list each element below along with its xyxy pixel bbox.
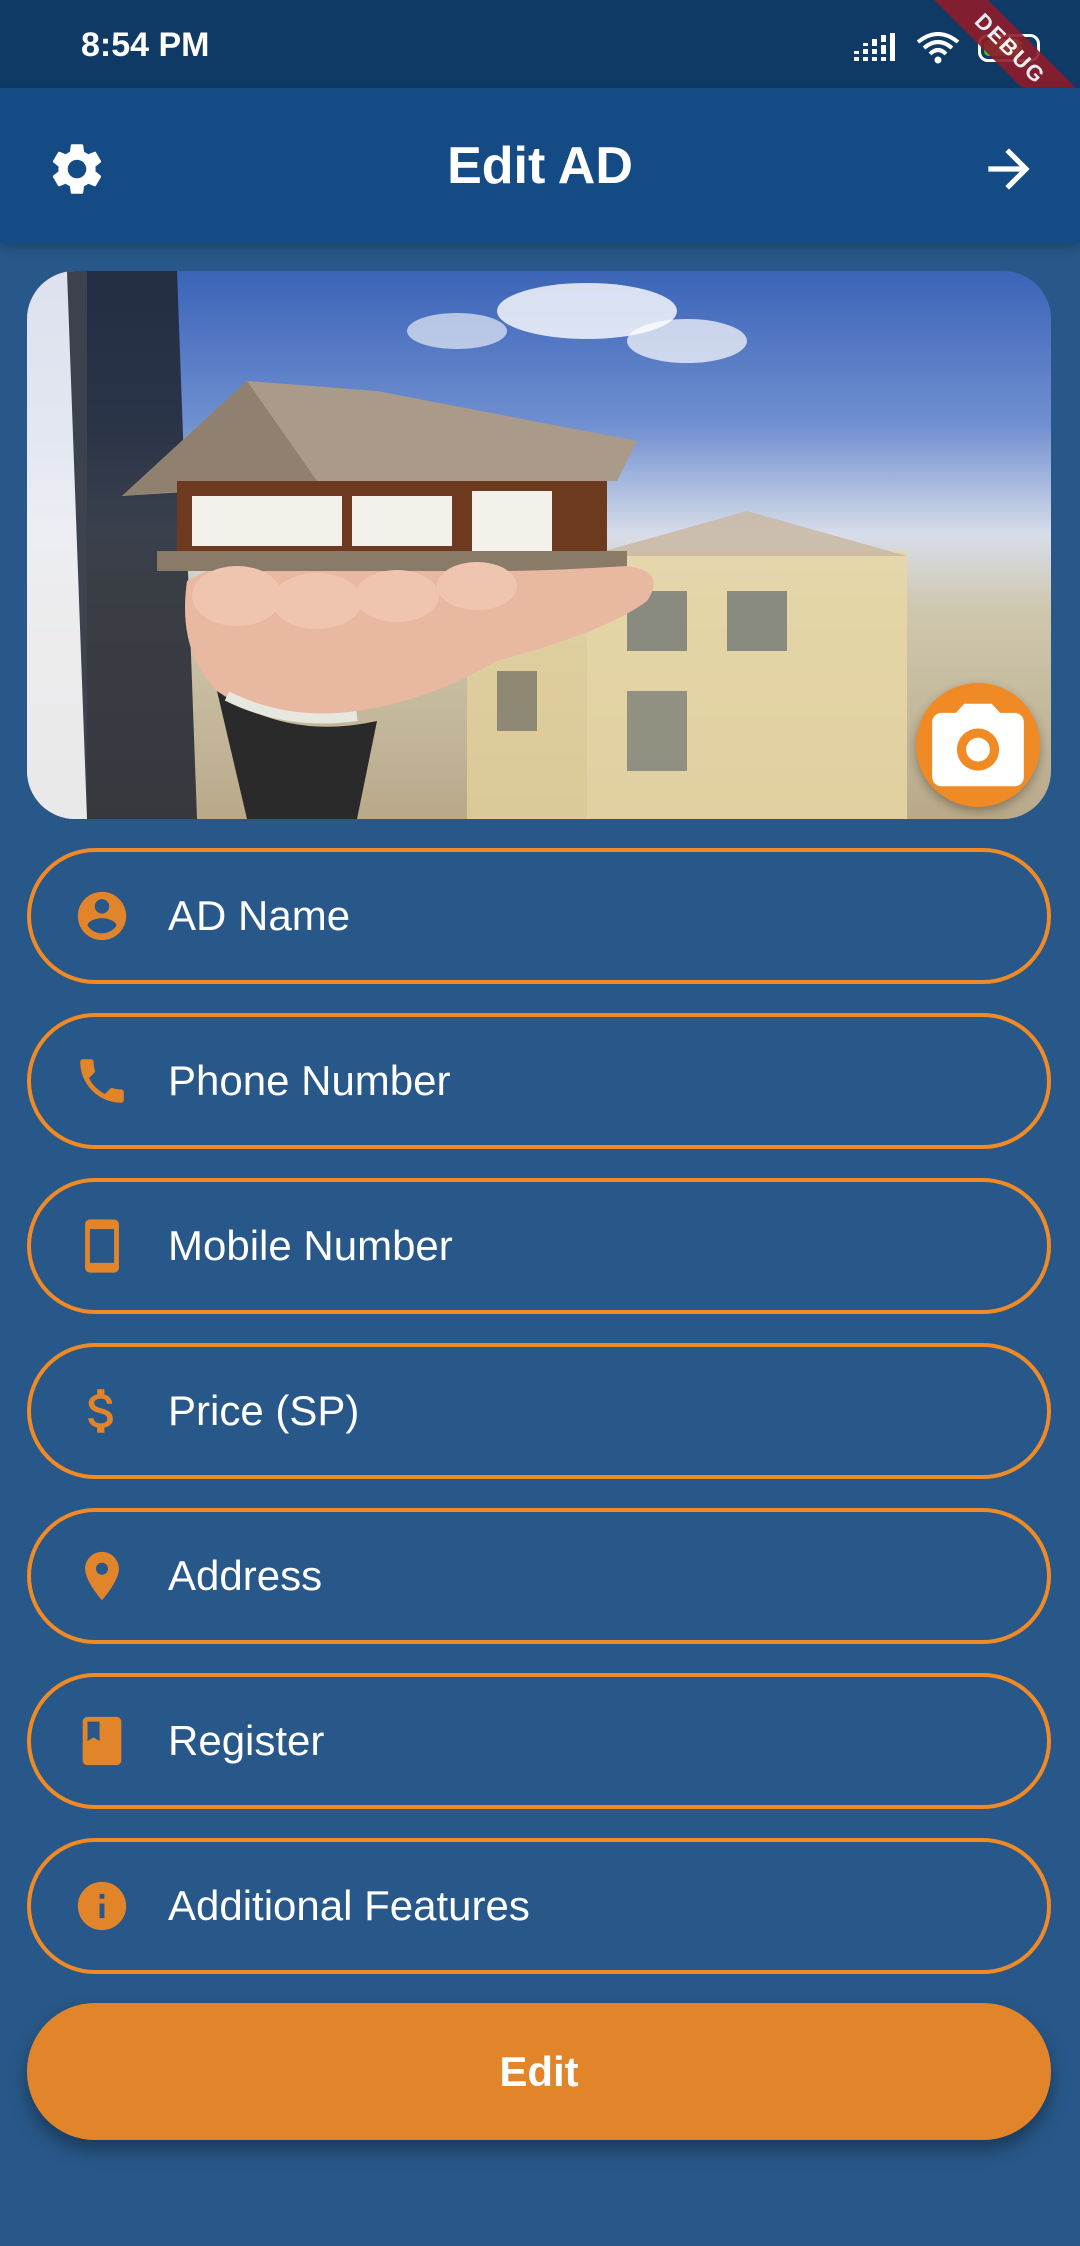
forward-button[interactable] — [978, 138, 1040, 200]
account-circle-icon — [73, 887, 131, 945]
mobile-number-field[interactable]: Mobile Number — [27, 1178, 1051, 1314]
ad-name-field[interactable]: AD Name — [27, 848, 1051, 984]
app-bar: Edit AD — [0, 88, 1080, 243]
camera-icon — [932, 703, 1024, 787]
wifi-icon — [916, 32, 960, 64]
arrow-forward-icon — [988, 148, 1030, 190]
change-photo-button[interactable] — [916, 683, 1040, 807]
status-bar: 8:54 PM 83 DEBUG — [0, 0, 1080, 155]
smartphone-icon — [73, 1217, 131, 1275]
price-field[interactable]: Price (SP) — [27, 1343, 1051, 1479]
phone-icon — [73, 1052, 131, 1110]
location-pin-icon — [73, 1547, 131, 1605]
status-time: 8:54 PM — [81, 26, 210, 64]
additional-features-field[interactable]: Additional Features — [27, 1838, 1051, 1974]
address-field[interactable]: Address — [27, 1508, 1051, 1644]
info-icon — [73, 1877, 131, 1935]
register-field[interactable]: Register — [27, 1673, 1051, 1809]
house-on-hand-image — [27, 271, 907, 819]
book-icon — [73, 1712, 131, 1770]
dollar-icon — [73, 1382, 131, 1440]
phone-number-field[interactable]: Phone Number — [27, 1013, 1051, 1149]
signal-icon — [854, 33, 895, 61]
page-title: Edit AD — [447, 137, 633, 195]
edit-button[interactable]: Edit — [27, 2003, 1051, 2140]
ad-image — [27, 271, 1051, 819]
